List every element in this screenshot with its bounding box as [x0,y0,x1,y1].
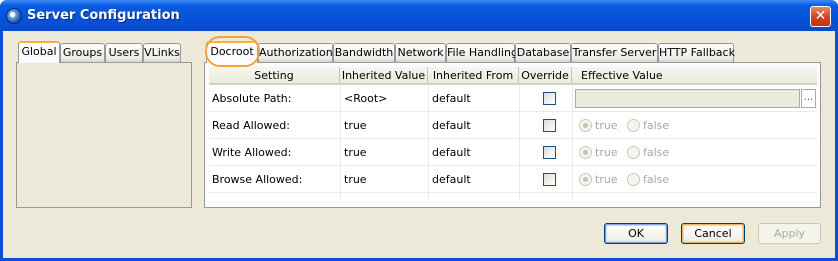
setting-label: Absolute Path: [212,92,292,105]
column-header-inherited-value[interactable]: Inherited Value [340,67,428,85]
setting-label: Write Allowed: [212,146,292,159]
docroot-settings-table: Setting Inherited Value Inherited From O… [209,67,817,200]
inherited-value: true [344,146,367,159]
global-tab-panel [16,62,192,208]
apply-button[interactable]: Apply [758,223,821,244]
false-radio-label: false [643,119,670,132]
false-radio-label: false [643,173,670,186]
setting-label: Read Allowed: [212,119,290,132]
title-bar[interactable]: Server Configuration ✕ [0,0,838,31]
false-radio[interactable] [627,173,640,186]
column-header-inherited-from[interactable]: Inherited From [428,67,519,85]
inherited-value: <Root> [344,92,388,105]
false-radio[interactable] [627,146,640,159]
setting-label: Browse Allowed: [212,173,303,186]
column-header-effective-value[interactable]: Effective Value [572,67,817,85]
tab-network[interactable]: Network [395,43,446,62]
override-checkbox[interactable] [543,173,556,186]
inherited-from: default [432,119,471,132]
true-radio-label: true [595,173,618,186]
true-radio-label: true [595,146,618,159]
tab-http-fallback[interactable]: HTTP Fallback [658,43,735,62]
absolute-path-input[interactable] [575,89,800,108]
true-radio[interactable] [579,173,592,186]
tab-groups[interactable]: Groups [60,43,105,62]
false-radio[interactable] [627,119,640,132]
table-row-absolute-path: Absolute Path: <Root> default ... [209,85,817,112]
column-header-setting[interactable]: Setting [209,67,340,85]
tab-docroot[interactable]: Docroot [206,41,258,63]
column-header-override[interactable]: Override [519,67,572,85]
ok-button[interactable]: OK [604,223,668,244]
cancel-button[interactable]: Cancel [681,223,745,244]
tab-bandwidth[interactable]: Bandwidth [333,43,395,62]
tab-vlinks[interactable]: VLinks [143,43,181,62]
table-row-write-allowed: Write Allowed: true default true false [209,139,817,166]
browse-path-button[interactable]: ... [801,89,816,108]
tab-users[interactable]: Users [105,43,143,62]
inherited-value: true [344,173,367,186]
override-checkbox[interactable] [543,146,556,159]
window-title: Server Configuration [27,8,180,23]
dialog-body: Global Groups Users VLinks Docroot Autho… [3,31,835,258]
tab-file-handling[interactable]: File Handling [446,43,518,62]
true-radio[interactable] [579,146,592,159]
tab-transfer-server[interactable]: Transfer Server [571,43,658,62]
table-row-browse-allowed: Browse Allowed: true default true false [209,166,817,193]
docroot-tab-panel: Setting Inherited Value Inherited From O… [204,62,821,208]
override-checkbox[interactable] [543,119,556,132]
inherited-from: default [432,92,471,105]
tab-authorization[interactable]: Authorization [258,43,333,62]
false-radio-label: false [643,146,670,159]
tab-global[interactable]: Global [18,41,60,63]
app-globe-icon [6,8,22,24]
inherited-from: default [432,146,471,159]
tab-database[interactable]: Database [515,43,571,62]
override-checkbox[interactable] [543,92,556,105]
server-configuration-window: Server Configuration ✕ Global Groups Use… [0,0,838,261]
inherited-value: true [344,119,367,132]
table-row-read-allowed: Read Allowed: true default true false [209,112,817,139]
true-radio-label: true [595,119,618,132]
inherited-from: default [432,173,471,186]
close-button[interactable]: ✕ [810,6,831,27]
true-radio[interactable] [579,119,592,132]
